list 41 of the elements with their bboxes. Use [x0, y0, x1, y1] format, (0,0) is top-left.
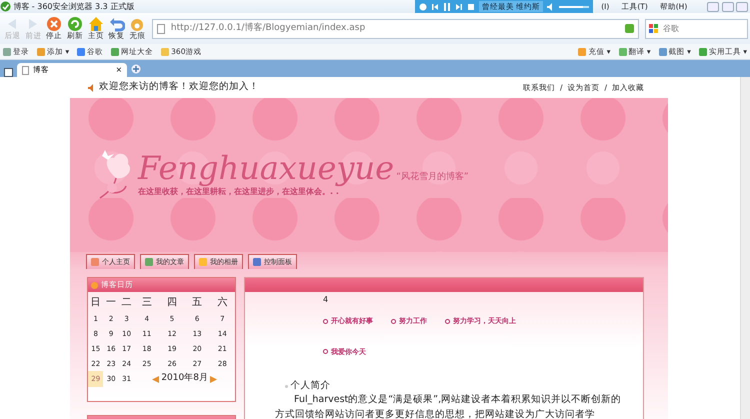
browser-logo-icon: [0, 1, 11, 12]
stop-icon: [466, 2, 475, 10]
minimize-button[interactable]: [707, 2, 720, 12]
welcome-text: 欢迎您来访的博客！欢迎您的加入！: [99, 80, 259, 94]
weekday-label: 五: [191, 296, 204, 310]
bullet-icon: [323, 318, 328, 324]
speaker-icon: [88, 84, 96, 92]
pause-icon: [442, 2, 451, 10]
maximize-button[interactable]: [722, 2, 734, 12]
previous-month-icon[interactable]: [152, 376, 160, 382]
refresh-icon: [66, 16, 83, 32]
blog-motto: 在这里收获，在这里耕耘，在这里进步，在这里体会。. .: [138, 186, 340, 198]
tab-list-icon: [4, 68, 13, 77]
bullet-icon: [391, 318, 396, 324]
weekday-label: 六: [216, 296, 228, 310]
address-bar[interactable]: http://127.0.0.1/博客/Blogyemian/index.asp: [152, 18, 639, 38]
bullet-icon: [445, 318, 450, 324]
bullet-icon: [285, 384, 288, 388]
search-box[interactable]: 谷歌: [644, 18, 748, 38]
bullet-icon: [323, 349, 328, 354]
weekday-label: 一: [105, 296, 118, 310]
section-heading: 个人简介: [290, 379, 330, 393]
weekday-label: 三: [140, 296, 153, 310]
weekday-label: 四: [166, 296, 178, 310]
window-title: 博客 - 360安全浏览器 3.3 正式版: [13, 0, 134, 12]
number-text: 4: [322, 294, 330, 306]
scrollbar[interactable]: [740, 77, 750, 419]
weekday-label: 二: [120, 296, 133, 310]
blog-title: Fenghuaxueyue: [138, 152, 394, 184]
stop-icon: [46, 16, 62, 32]
search-engine-icon: [648, 24, 658, 33]
next-month-icon[interactable]: [210, 376, 218, 382]
month-label: 2010年8月: [161, 372, 208, 386]
blog-subtitle: “风花雪月的博客”: [396, 170, 469, 184]
weekday-label: 日: [90, 296, 102, 310]
intro-paragraph: Ful_harvest的意义是“满是硕果”,网站建设者本着积累知识并以不断创新的方式回馈给网站访问者更多更好信息的思想，把网站建设为广大访问者学: [274, 393, 622, 419]
previous-icon: [430, 2, 439, 10]
close-button[interactable]: [736, 2, 748, 12]
restore-icon: [108, 16, 125, 32]
new-tab-icon[interactable]: [131, 64, 141, 74]
next-icon: [454, 2, 463, 10]
